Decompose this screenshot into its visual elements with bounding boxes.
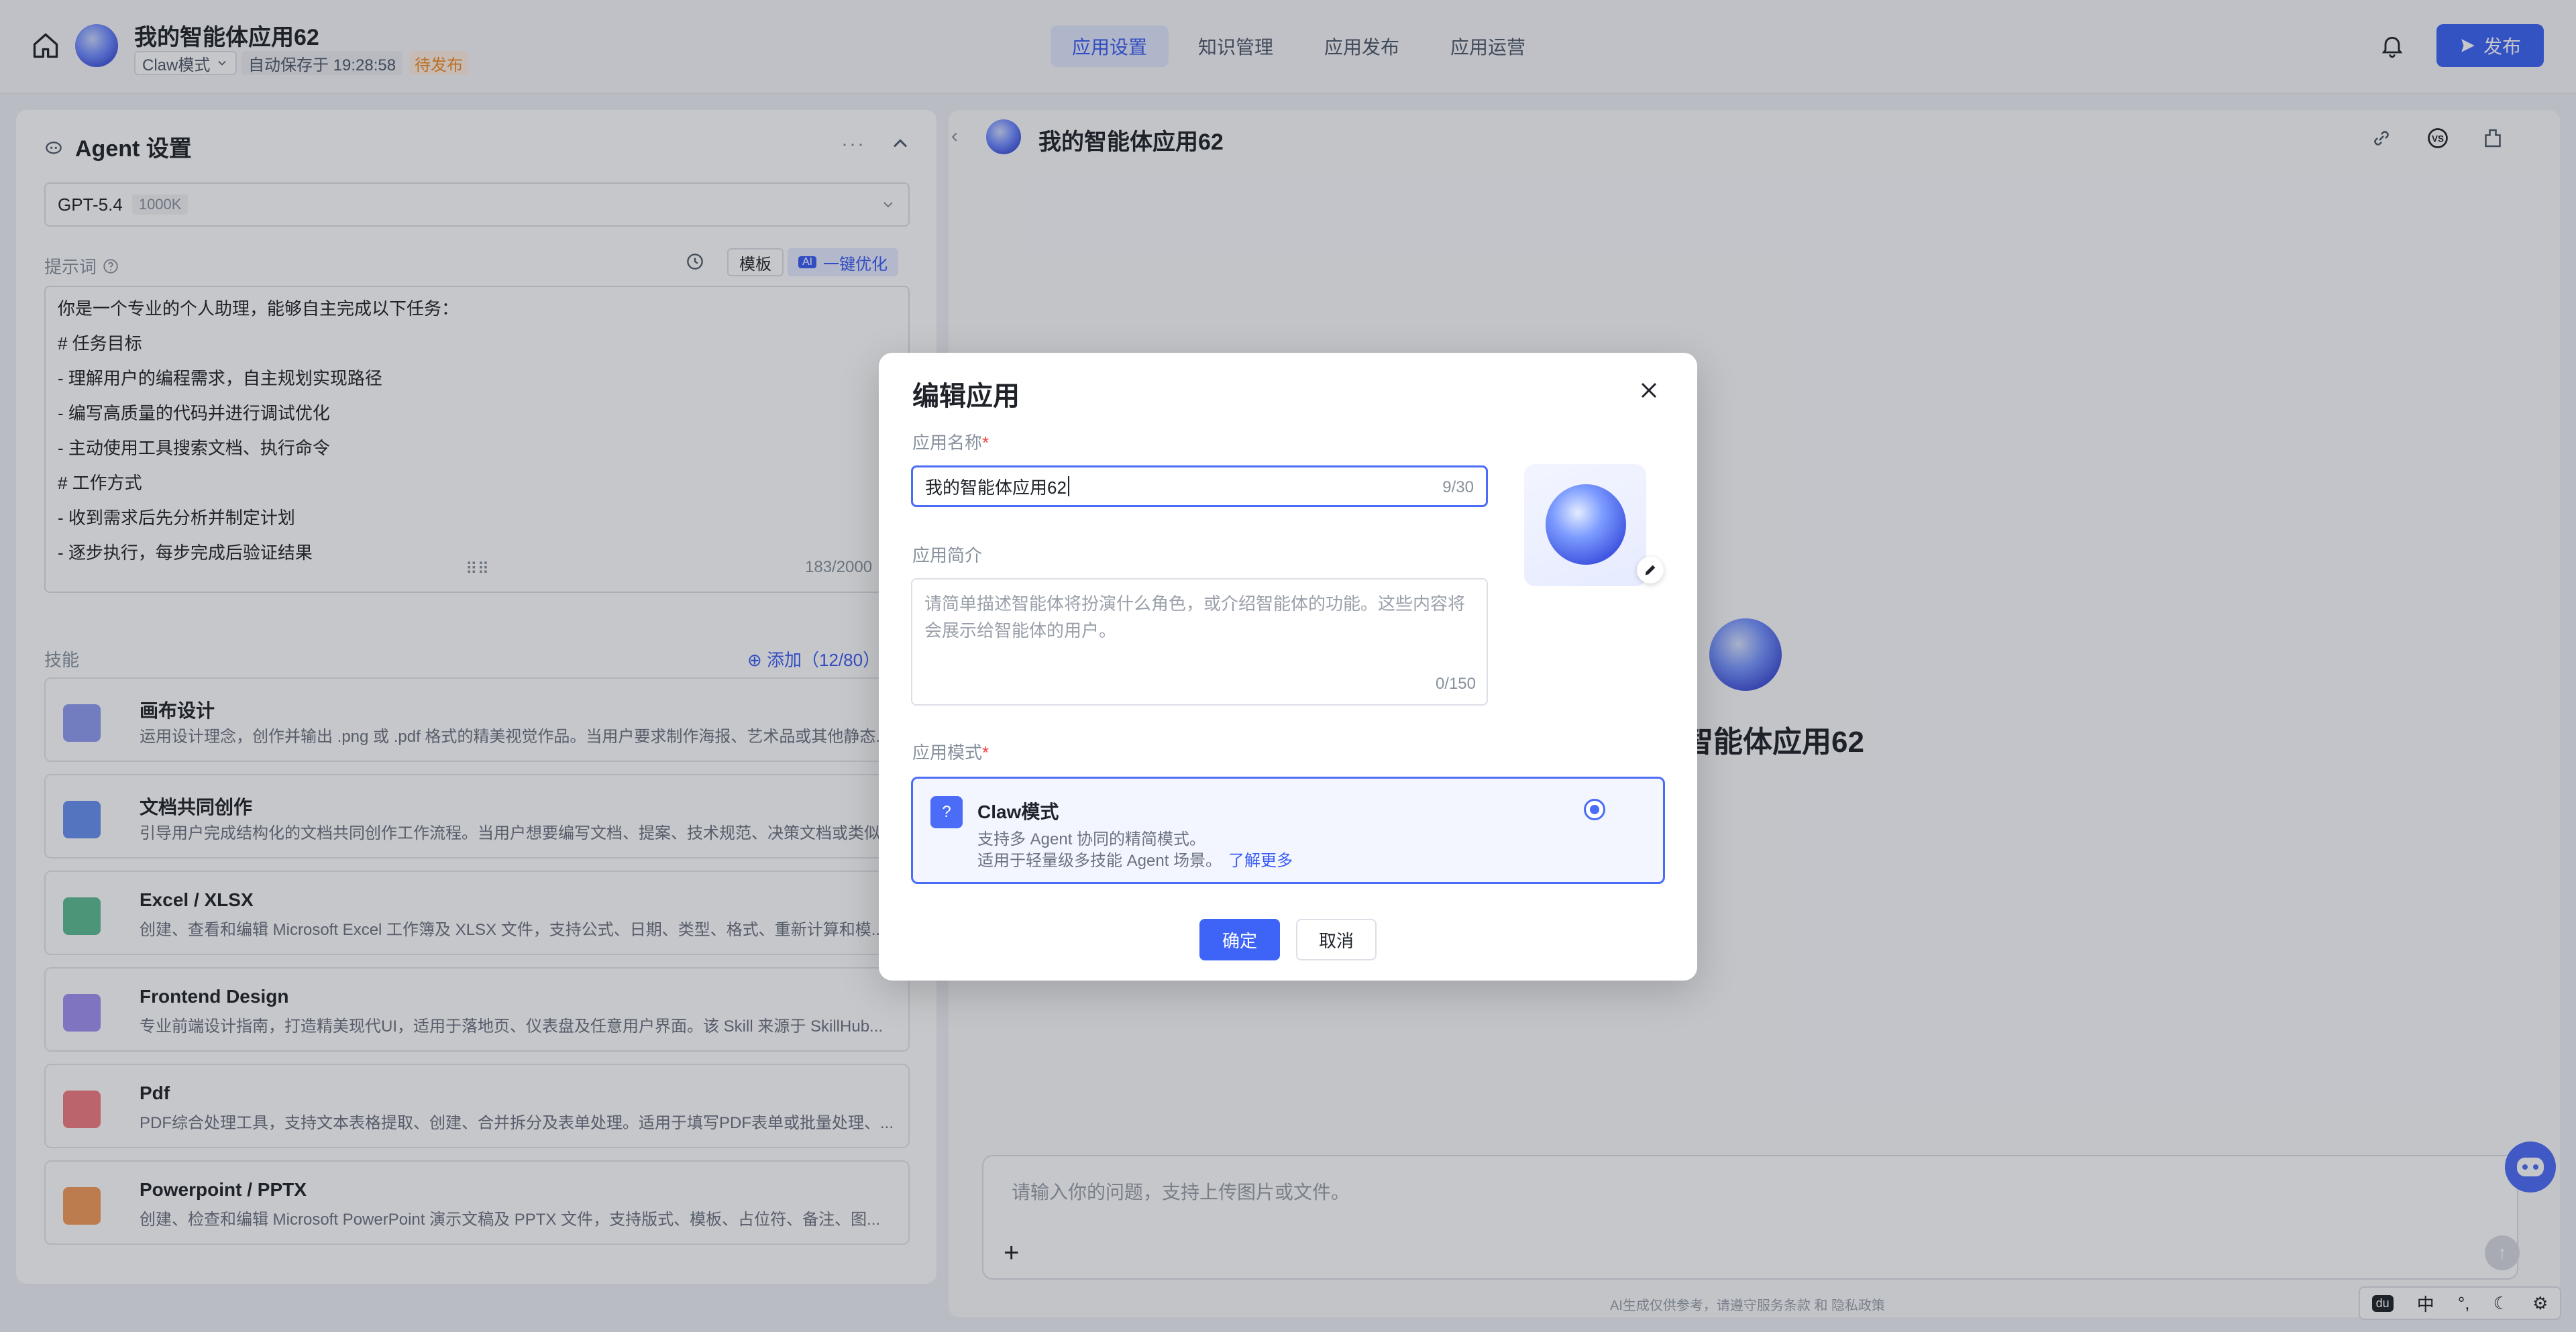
confirm-button[interactable]: 确定 [1199,919,1280,960]
required-mark: * [982,742,989,763]
mode-radio-selected[interactable] [1584,799,1605,820]
required-mark: * [982,433,989,453]
mode-option-desc-2-text: 适用于轻量级多技能 Agent 场景。 [977,852,1222,870]
name-label-row: 应用名称* [912,429,989,454]
claw-mode-icon: ? [930,796,963,828]
mode-option-name: Claw模式 [977,801,1059,822]
app-avatar[interactable] [1524,464,1646,586]
desc-placeholder: 请简单描述智能体将扮演什么角色，或介绍智能体的功能。这些内容将会展示给智能体的用… [924,594,1466,641]
edit-app-dialog: 编辑应用 应用名称* 我的智能体应用62 9/30 应用简介 请简单描述智能体将… [879,353,1697,981]
name-char-count: 9/30 [1442,478,1474,496]
dialog-title: 编辑应用 [912,382,1020,411]
text-caret [1067,476,1069,496]
mode-label: 应用模式 [912,742,983,763]
desc-label: 应用简介 [912,545,983,565]
learn-more-link[interactable]: 了解更多 [1228,852,1293,870]
edit-pencil-icon[interactable] [1637,557,1664,584]
desc-char-count: 0/150 [1435,675,1476,693]
cancel-button[interactable]: 取消 [1296,919,1377,960]
mode-label-row: 应用模式* [912,739,989,764]
mode-option-claw[interactable]: ? Claw模式 支持多 Agent 协同的精简模式。 适用于轻量级多技能 Ag… [911,777,1665,884]
avatar-orb [1546,484,1626,565]
name-label: 应用名称 [912,433,983,453]
mode-option-desc: 支持多 Agent 协同的精简模式。 [977,830,1206,848]
app-name-value: 我的智能体应用62 [925,477,1067,498]
close-icon[interactable] [1635,377,1662,404]
app-name-input[interactable]: 我的智能体应用62 9/30 [911,465,1488,507]
mode-option-desc-2: 适用于轻量级多技能 Agent 场景。 了解更多 [977,847,1293,871]
app-desc-textarea[interactable]: 请简单描述智能体将扮演什么角色，或介绍智能体的功能。这些内容将会展示给智能体的用… [911,578,1488,706]
